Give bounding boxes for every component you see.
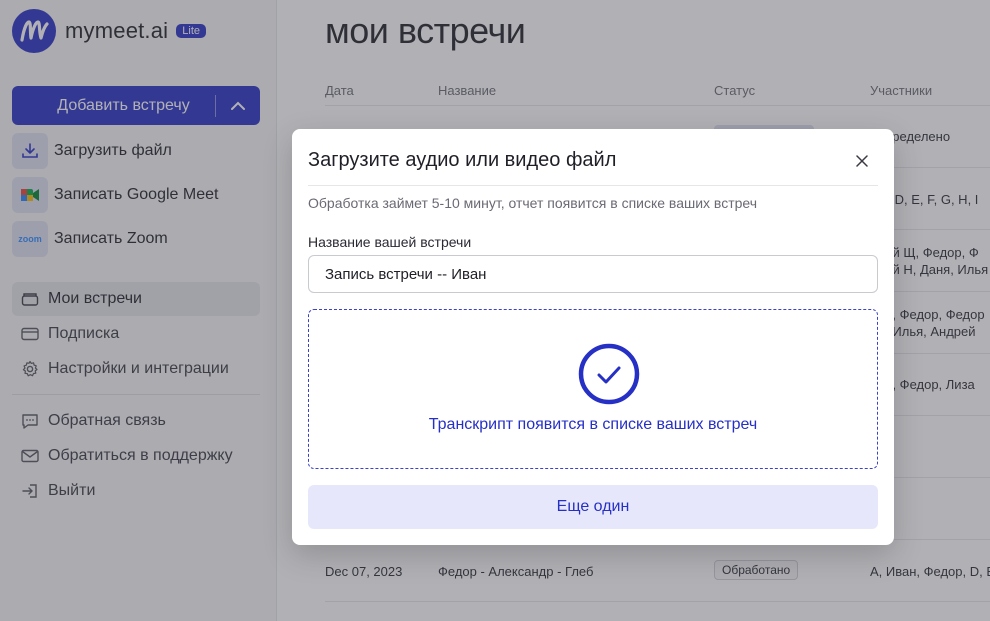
modal-subtitle: Обработка займет 5-10 минут, отчет появи… — [308, 195, 758, 211]
upload-dropzone[interactable]: Транскрипт появится в списке ваших встре… — [308, 309, 878, 469]
modal-title: Загрузите аудио или видео файл — [308, 149, 617, 171]
meeting-name-label: Название вашей встречи — [308, 234, 472, 250]
close-icon[interactable] — [852, 151, 872, 171]
check-circle-icon — [578, 343, 640, 405]
modal-divider — [308, 185, 878, 186]
upload-another-button[interactable]: Еще один — [308, 485, 878, 529]
upload-modal: Загрузите аудио или видео файл Обработка… — [292, 129, 894, 545]
meeting-name-input[interactable] — [308, 255, 878, 293]
dropzone-status-text: Транскрипт появится в списке ваших встре… — [428, 416, 758, 433]
